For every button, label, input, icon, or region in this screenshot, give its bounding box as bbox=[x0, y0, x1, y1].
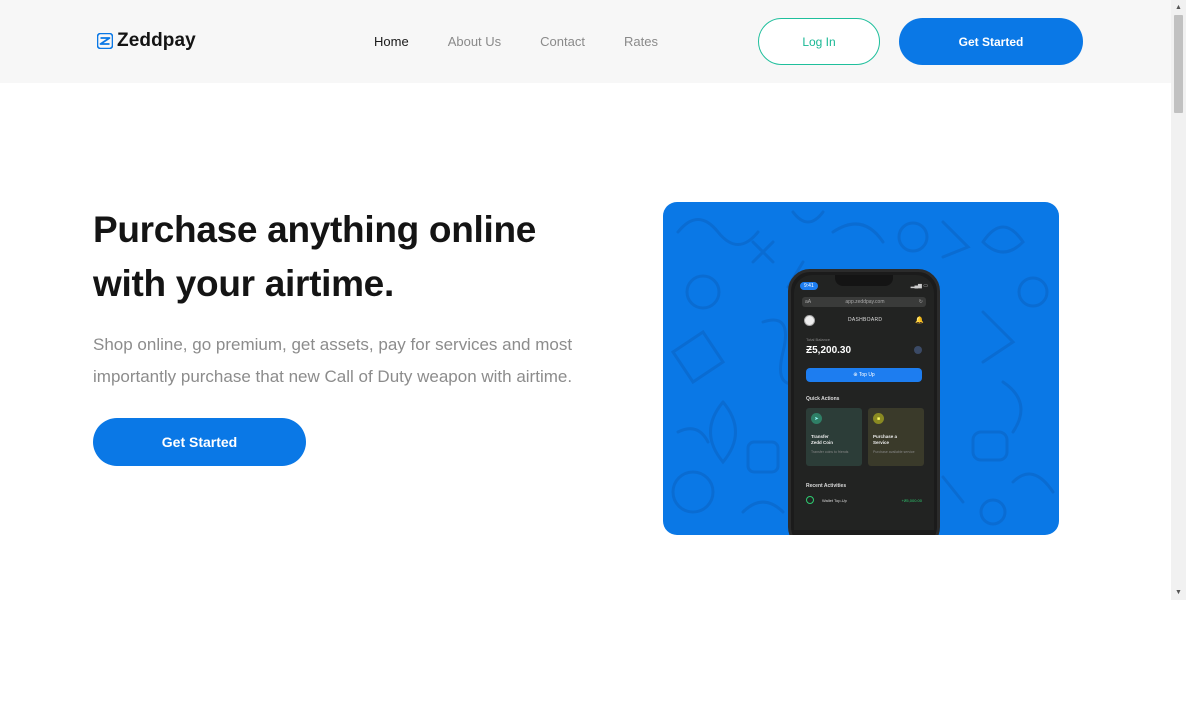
header-get-started-button[interactable]: Get Started bbox=[899, 18, 1083, 65]
nav-contact[interactable]: Contact bbox=[540, 34, 585, 49]
activity-name: Wallet Top-Up bbox=[822, 497, 847, 503]
recent-activity-item: Wallet Top-Up +Ƶ5,000.00 bbox=[806, 496, 922, 504]
quick-action-purchase: ■ Purchase a Service Purchase available … bbox=[868, 408, 924, 466]
wallet-icon bbox=[806, 496, 814, 504]
topup-button: ⊕ Top Up bbox=[806, 368, 922, 382]
eye-icon bbox=[914, 346, 922, 354]
main-nav: Home About Us Contact Rates bbox=[374, 34, 697, 49]
hero-get-started-button[interactable]: Get Started bbox=[93, 418, 306, 466]
quick-action-title: Transfer Zedd Coin bbox=[811, 434, 833, 445]
topup-label: Top Up bbox=[858, 372, 875, 378]
zeddpay-logo-icon bbox=[97, 33, 113, 49]
bag-icon: ■ bbox=[873, 413, 884, 424]
nav-home[interactable]: Home bbox=[374, 34, 409, 49]
phone-screen: 9:41 ▂▄▆ ▭ aA app.zeddpay.com ↻ DASHBOAR… bbox=[794, 275, 934, 535]
send-icon: ➤ bbox=[860, 535, 865, 536]
brand-logo[interactable]: Zeddpay bbox=[97, 30, 196, 52]
phone-time: 9:41 bbox=[800, 282, 818, 290]
hero-title-line-1: Purchase anything online bbox=[93, 209, 537, 250]
phone-dashboard-header: DASHBOARD 🔔 bbox=[804, 314, 924, 326]
scrollbar-thumb[interactable] bbox=[1174, 15, 1183, 113]
signal-battery-icon: ▂▄▆ ▭ bbox=[910, 283, 928, 289]
send-icon: ➤ bbox=[811, 413, 822, 424]
site-header: Zeddpay Home About Us Contact Rates Log … bbox=[0, 0, 1171, 83]
login-button[interactable]: Log In bbox=[758, 18, 880, 65]
quick-action-subtitle: Purchase available service bbox=[873, 450, 915, 454]
nav-rates[interactable]: Rates bbox=[624, 34, 658, 49]
phone-url-bar: aA app.zeddpay.com ↻ bbox=[802, 297, 926, 307]
hero-subtitle-line-2: importantly purchase that new Call of Du… bbox=[93, 367, 573, 386]
balance-label: Total Balance bbox=[806, 337, 831, 342]
brand-name: Zeddpay bbox=[117, 30, 196, 51]
page-scrollbar[interactable]: ▲ ▼ bbox=[1171, 0, 1186, 600]
recent-activities-title: Recent Activities bbox=[806, 483, 847, 489]
reload-icon: ↻ bbox=[918, 299, 923, 305]
balance-amount: Ƶ5,200.30 bbox=[806, 345, 852, 356]
phone-url: app.zeddpay.com bbox=[845, 299, 885, 305]
quick-action-title: Purchase a Service bbox=[873, 434, 898, 445]
dashboard-label: DASHBOARD bbox=[847, 317, 883, 323]
phone-status-bar: 9:41 ▂▄▆ ▭ bbox=[800, 281, 928, 291]
scroll-up-arrow-icon[interactable]: ▲ bbox=[1171, 0, 1186, 15]
bell-icon: 🔔 bbox=[915, 317, 924, 324]
hero-title: Purchase anything online with your airti… bbox=[93, 203, 613, 311]
activity-amount: +Ƶ5,000.00 bbox=[901, 497, 922, 503]
phone-mockup: 9:41 ▂▄▆ ▭ aA app.zeddpay.com ↻ DASHBOAR… bbox=[788, 269, 940, 535]
quick-actions-title: Quick Actions bbox=[806, 396, 840, 402]
hero-illustration: 9:41 ▂▄▆ ▭ aA app.zeddpay.com ↻ DASHBOAR… bbox=[663, 202, 1059, 535]
phone-tab-bar: ⌂ ➤ ☺ bbox=[794, 530, 934, 535]
hero-subtitle-line-1: Shop online, go premium, get assets, pay… bbox=[93, 335, 573, 354]
hero-subtitle: Shop online, go premium, get assets, pay… bbox=[93, 329, 633, 393]
scroll-down-arrow-icon[interactable]: ▼ bbox=[1171, 585, 1186, 600]
quick-action-transfer: ➤ Transfer Zedd Coin Transfer coins to f… bbox=[806, 408, 862, 466]
quick-action-subtitle: Transfer coins to friends bbox=[811, 450, 849, 454]
nav-about-us[interactable]: About Us bbox=[448, 34, 501, 49]
avatar bbox=[804, 314, 815, 326]
hero-title-line-2: with your airtime. bbox=[93, 263, 394, 304]
